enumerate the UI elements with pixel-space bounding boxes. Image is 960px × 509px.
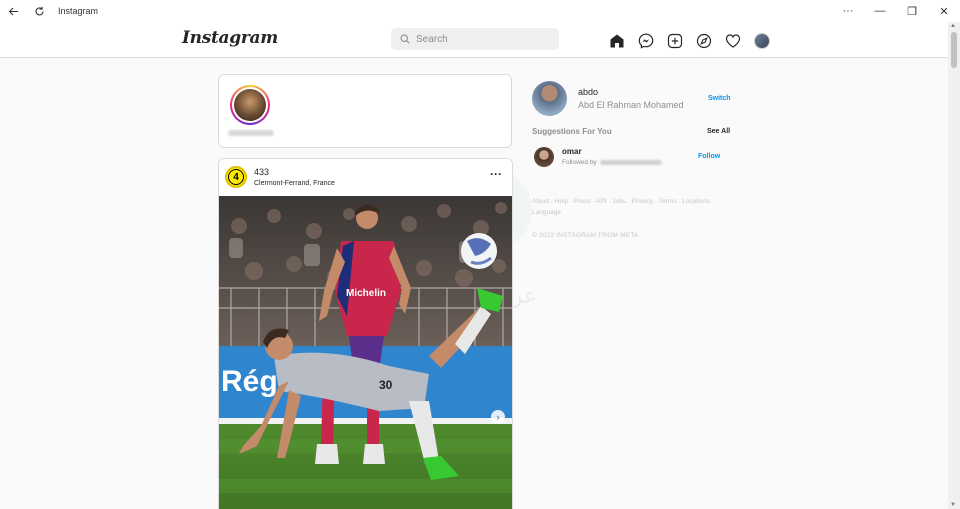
football-photo: Rég Michelin 30 [219,196,512,509]
new-post-button[interactable] [665,31,684,50]
current-full-name: Abd El Rahman Mohamed [578,100,684,110]
heart-icon [725,33,740,48]
instagram-header: Instagram [0,22,948,58]
feed-post: 4 433 Clermont-Ferrand, France ··· Rég M… [218,158,513,509]
refresh-icon [35,6,44,15]
story-avatar [234,89,266,121]
carousel-next-button[interactable]: › [491,410,505,424]
switch-account-button[interactable]: Switch [708,95,731,102]
jersey-number: 30 [379,378,393,392]
footer-link-jobs[interactable]: Jobs [612,198,626,205]
footer-link-language[interactable]: Language [532,209,561,216]
close-button[interactable]: ✕ [928,0,960,22]
messenger-icon [638,33,653,49]
profile-avatar [753,32,770,49]
footer-link-locations[interactable]: Locations [682,198,710,205]
scroll-up-icon[interactable]: ▲ [950,23,956,29]
suggestion-username[interactable]: omar [562,147,582,156]
follow-button[interactable]: Follow [698,153,720,160]
home-icon [610,34,623,47]
footer-link-privacy[interactable]: Privacy [632,198,653,205]
search-box[interactable] [391,28,559,50]
post-options-button[interactable]: ··· [490,168,502,180]
new-post-icon [667,33,682,48]
instagram-logo[interactable]: Instagram [182,28,278,48]
post-username[interactable]: 433 [254,167,269,177]
watermark: عر [512,284,538,309]
activity-button[interactable] [723,31,742,50]
suggestion-followed-by: Followed by [562,159,662,166]
footer-link-api[interactable]: API [596,198,606,205]
back-arrow-icon [8,7,18,15]
footer-link-help[interactable]: Help [555,198,568,205]
story-username-blurred [228,130,274,136]
search-input[interactable] [416,33,546,45]
profile-button[interactable] [752,31,771,50]
post-image[interactable]: Rég Michelin 30 › [219,196,512,509]
top-nav [607,31,771,50]
suggestion-subtitle: Followed by [562,159,597,166]
suggestions-title: Suggestions For You [532,127,612,136]
story-item[interactable] [230,85,270,125]
window-more-button[interactable]: ··· [832,0,864,22]
current-user-avatar[interactable] [532,81,567,116]
scroll-down-icon[interactable]: ▼ [950,502,956,508]
page-scrollbar[interactable]: ▲ ▼ [948,22,960,509]
suggestion-avatar[interactable] [534,147,554,167]
scroll-thumb[interactable] [951,32,957,68]
search-icon [400,34,410,44]
messenger-button[interactable] [636,31,655,50]
post-avatar[interactable]: 4 [225,166,247,188]
window-titlebar: Instagram ··· — ❐ ✕ [0,0,960,22]
maximize-button[interactable]: ❐ [896,0,928,22]
footer-link-about[interactable]: About [532,198,549,205]
explore-icon [696,33,711,48]
footer-link-press[interactable]: Press [574,198,591,205]
footer-links: About · Help · Press · API · Jobs · Priv… [532,198,715,216]
window-title: Instagram [58,6,99,16]
minimize-button[interactable]: — [864,0,896,22]
post-location[interactable]: Clermont-Ferrand, France [254,180,335,187]
sponsor-text: Michelin [346,288,386,299]
stories-tray [218,74,512,148]
explore-button[interactable] [694,31,713,50]
current-username[interactable]: abdo [578,87,598,97]
back-button[interactable] [0,0,26,22]
see-all-link[interactable]: See All [707,128,730,135]
home-button[interactable] [607,31,626,50]
ad-board-text: Rég [221,365,278,398]
copyright-text: © 2022 INSTAGRAM FROM META [532,232,639,239]
window-controls: ··· — ❐ ✕ [832,0,960,22]
refresh-button[interactable] [26,0,52,22]
post-avatar-logo: 4 [228,169,244,185]
blurred-names [599,160,662,165]
footer-link-terms[interactable]: Terms [659,198,677,205]
